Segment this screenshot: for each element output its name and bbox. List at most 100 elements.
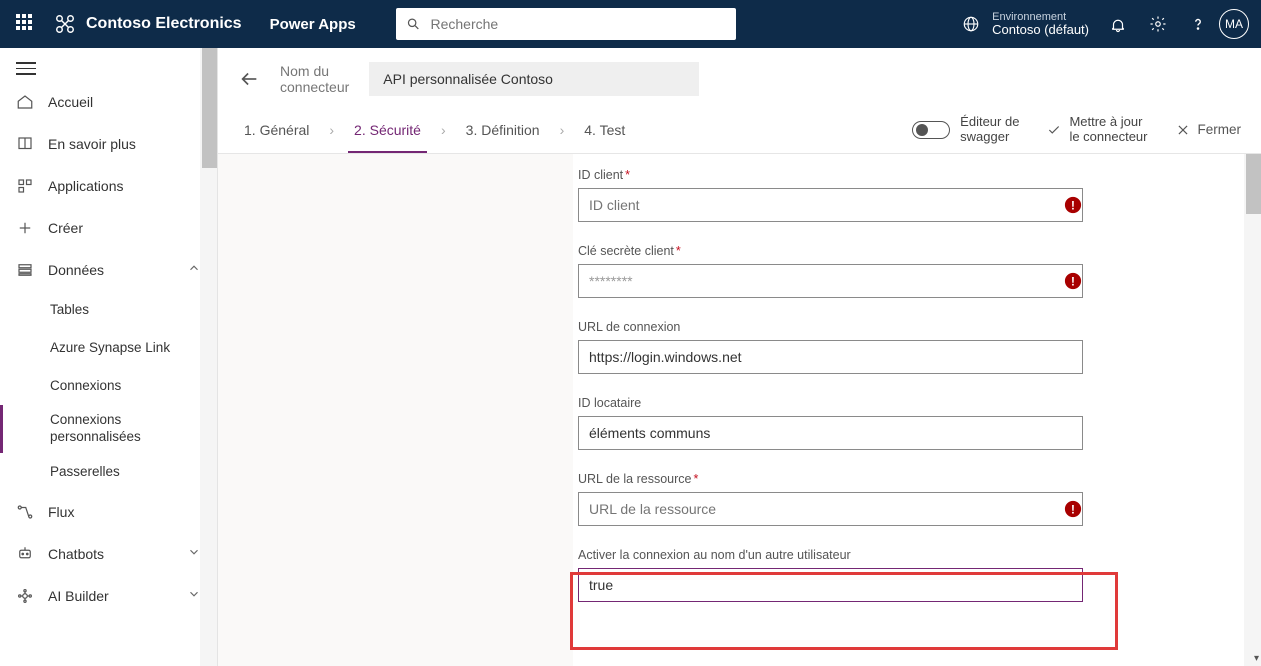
close-button[interactable]: Fermer (1176, 122, 1242, 137)
sidebar-item-label: Azure Synapse Link (50, 340, 170, 355)
field-client-id: ID client* ! (578, 168, 1118, 222)
sidebar-item-label: Tables (50, 302, 89, 317)
chatbot-icon (16, 545, 34, 563)
swagger-toggle-label: Éditeur deswagger (960, 115, 1019, 144)
sidebar: Accueil En savoir plus Applications Crée… (0, 48, 218, 666)
onbehalf-input[interactable] (578, 568, 1083, 602)
tenant-id-label: ID locataire (578, 396, 1118, 410)
field-tenant-id: ID locataire (578, 396, 1118, 450)
sidebar-item-gateways[interactable]: Passerelles (0, 453, 217, 491)
settings-icon[interactable] (1149, 15, 1167, 33)
sidebar-item-chatbots[interactable]: Chatbots (0, 533, 217, 575)
book-icon (16, 135, 34, 153)
sidebar-item-tables[interactable]: Tables (0, 291, 217, 329)
step-security[interactable]: 2. Sécurité (348, 106, 427, 153)
resource-url-input[interactable] (578, 492, 1083, 526)
menu-toggle-icon[interactable] (16, 62, 36, 75)
sidebar-item-label: AI Builder (48, 588, 109, 604)
close-icon (1176, 123, 1190, 137)
resource-url-label: URL de la ressource* (578, 472, 1118, 486)
client-secret-label: Clé secrète client* (578, 244, 1118, 258)
app-header: Contoso Electronics Power Apps Environne… (0, 0, 1261, 48)
connector-name-label: Nom duconnecteur (280, 63, 349, 95)
sidebar-item-label: Accueil (48, 94, 93, 110)
error-icon: ! (1064, 272, 1082, 290)
chevron-up-icon (187, 261, 201, 278)
data-icon (16, 261, 34, 279)
client-secret-input[interactable] (578, 264, 1083, 298)
brand-logo-icon (54, 13, 76, 35)
chevron-right-icon: › (441, 122, 446, 138)
sidebar-item-label: Données (48, 262, 104, 278)
swagger-toggle[interactable]: Éditeur deswagger (912, 115, 1019, 144)
step-general[interactable]: 1. Général (238, 106, 315, 153)
tenant-id-input[interactable] (578, 416, 1083, 450)
sidebar-item-learn[interactable]: En savoir plus (0, 123, 217, 165)
sidebar-item-label: Flux (48, 504, 74, 520)
chevron-down-icon (187, 545, 201, 562)
sidebar-item-connections[interactable]: Connexions (0, 367, 217, 405)
sidebar-item-home[interactable]: Accueil (0, 81, 217, 123)
sidebar-item-label: Applications (48, 178, 124, 194)
product-name[interactable]: Power Apps (270, 16, 356, 33)
waffle-icon[interactable] (16, 14, 36, 34)
field-resource-url: URL de la ressource* ! (578, 472, 1118, 526)
user-avatar[interactable]: MA (1219, 9, 1249, 39)
flow-icon (16, 503, 34, 521)
sidebar-item-aibuilder[interactable]: AI Builder (0, 575, 217, 617)
field-login-url: URL de connexion (578, 320, 1118, 374)
help-icon[interactable] (1189, 15, 1207, 33)
sidebar-item-label: Connexions (50, 378, 121, 393)
main-content: Nom duconnecteur API personnalisée Conto… (218, 48, 1261, 666)
back-arrow-icon[interactable] (238, 68, 260, 90)
connector-name-input[interactable]: API personnalisée Contoso (369, 62, 699, 96)
environment-icon (962, 15, 980, 33)
sidebar-item-label: En savoir plus (48, 136, 136, 152)
search-icon (406, 16, 421, 32)
step-definition[interactable]: 3. Définition (460, 106, 546, 153)
client-id-input[interactable] (578, 188, 1083, 222)
sidebar-item-apps[interactable]: Applications (0, 165, 217, 207)
svg-text:!: ! (1071, 200, 1075, 213)
sidebar-item-custom-connectors[interactable]: Connexions personnalisées (0, 405, 217, 453)
scroll-down-icon[interactable]: ▾ (1254, 653, 1259, 664)
chevron-right-icon: › (329, 122, 334, 138)
search-box[interactable] (396, 8, 736, 40)
home-icon (16, 93, 34, 111)
search-input[interactable] (430, 16, 725, 32)
check-icon (1047, 123, 1061, 137)
environment-value: Contoso (défaut) (992, 23, 1089, 37)
sidebar-item-label: Passerelles (50, 464, 120, 479)
error-icon: ! (1064, 196, 1082, 214)
client-id-label: ID client* (578, 168, 1118, 182)
form-area: ID client* ! Clé secrète client* ! (218, 154, 1261, 666)
sidebar-item-data[interactable]: Données (0, 249, 217, 291)
sidebar-item-flows[interactable]: Flux (0, 491, 217, 533)
sidebar-scrollbar[interactable] (200, 48, 217, 666)
field-client-secret: Clé secrète client* ! (578, 244, 1118, 298)
toggle-switch[interactable] (912, 121, 950, 139)
sidebar-item-label: Chatbots (48, 546, 104, 562)
sidebar-item-synapse[interactable]: Azure Synapse Link (0, 329, 217, 367)
svg-text:!: ! (1071, 276, 1075, 289)
ai-icon (16, 587, 34, 605)
notifications-icon[interactable] (1109, 15, 1127, 33)
login-url-input[interactable] (578, 340, 1083, 374)
main-scrollbar[interactable]: ▾ (1244, 154, 1261, 666)
update-connector-button[interactable]: Mettre à jourle connecteur (1047, 115, 1147, 144)
scrollbar-thumb[interactable] (1246, 154, 1261, 214)
plus-icon (16, 219, 34, 237)
sidebar-item-label: Créer (48, 220, 83, 236)
chevron-down-icon (187, 587, 201, 604)
svg-text:!: ! (1071, 504, 1075, 517)
brand-name: Contoso Electronics (86, 15, 242, 33)
wizard-steps: 1. Général › 2. Sécurité › 3. Définition… (218, 106, 1261, 154)
title-bar: Nom duconnecteur API personnalisée Conto… (218, 48, 1261, 106)
step-test[interactable]: 4. Test (578, 106, 631, 153)
environment-picker[interactable]: Environnement Contoso (défaut) (962, 11, 1089, 37)
apps-icon (16, 177, 34, 195)
sidebar-item-create[interactable]: Créer (0, 207, 217, 249)
scrollbar-thumb[interactable] (202, 48, 217, 168)
error-icon: ! (1064, 500, 1082, 518)
onbehalf-label: Activer la connexion au nom d'un autre u… (578, 548, 1118, 562)
